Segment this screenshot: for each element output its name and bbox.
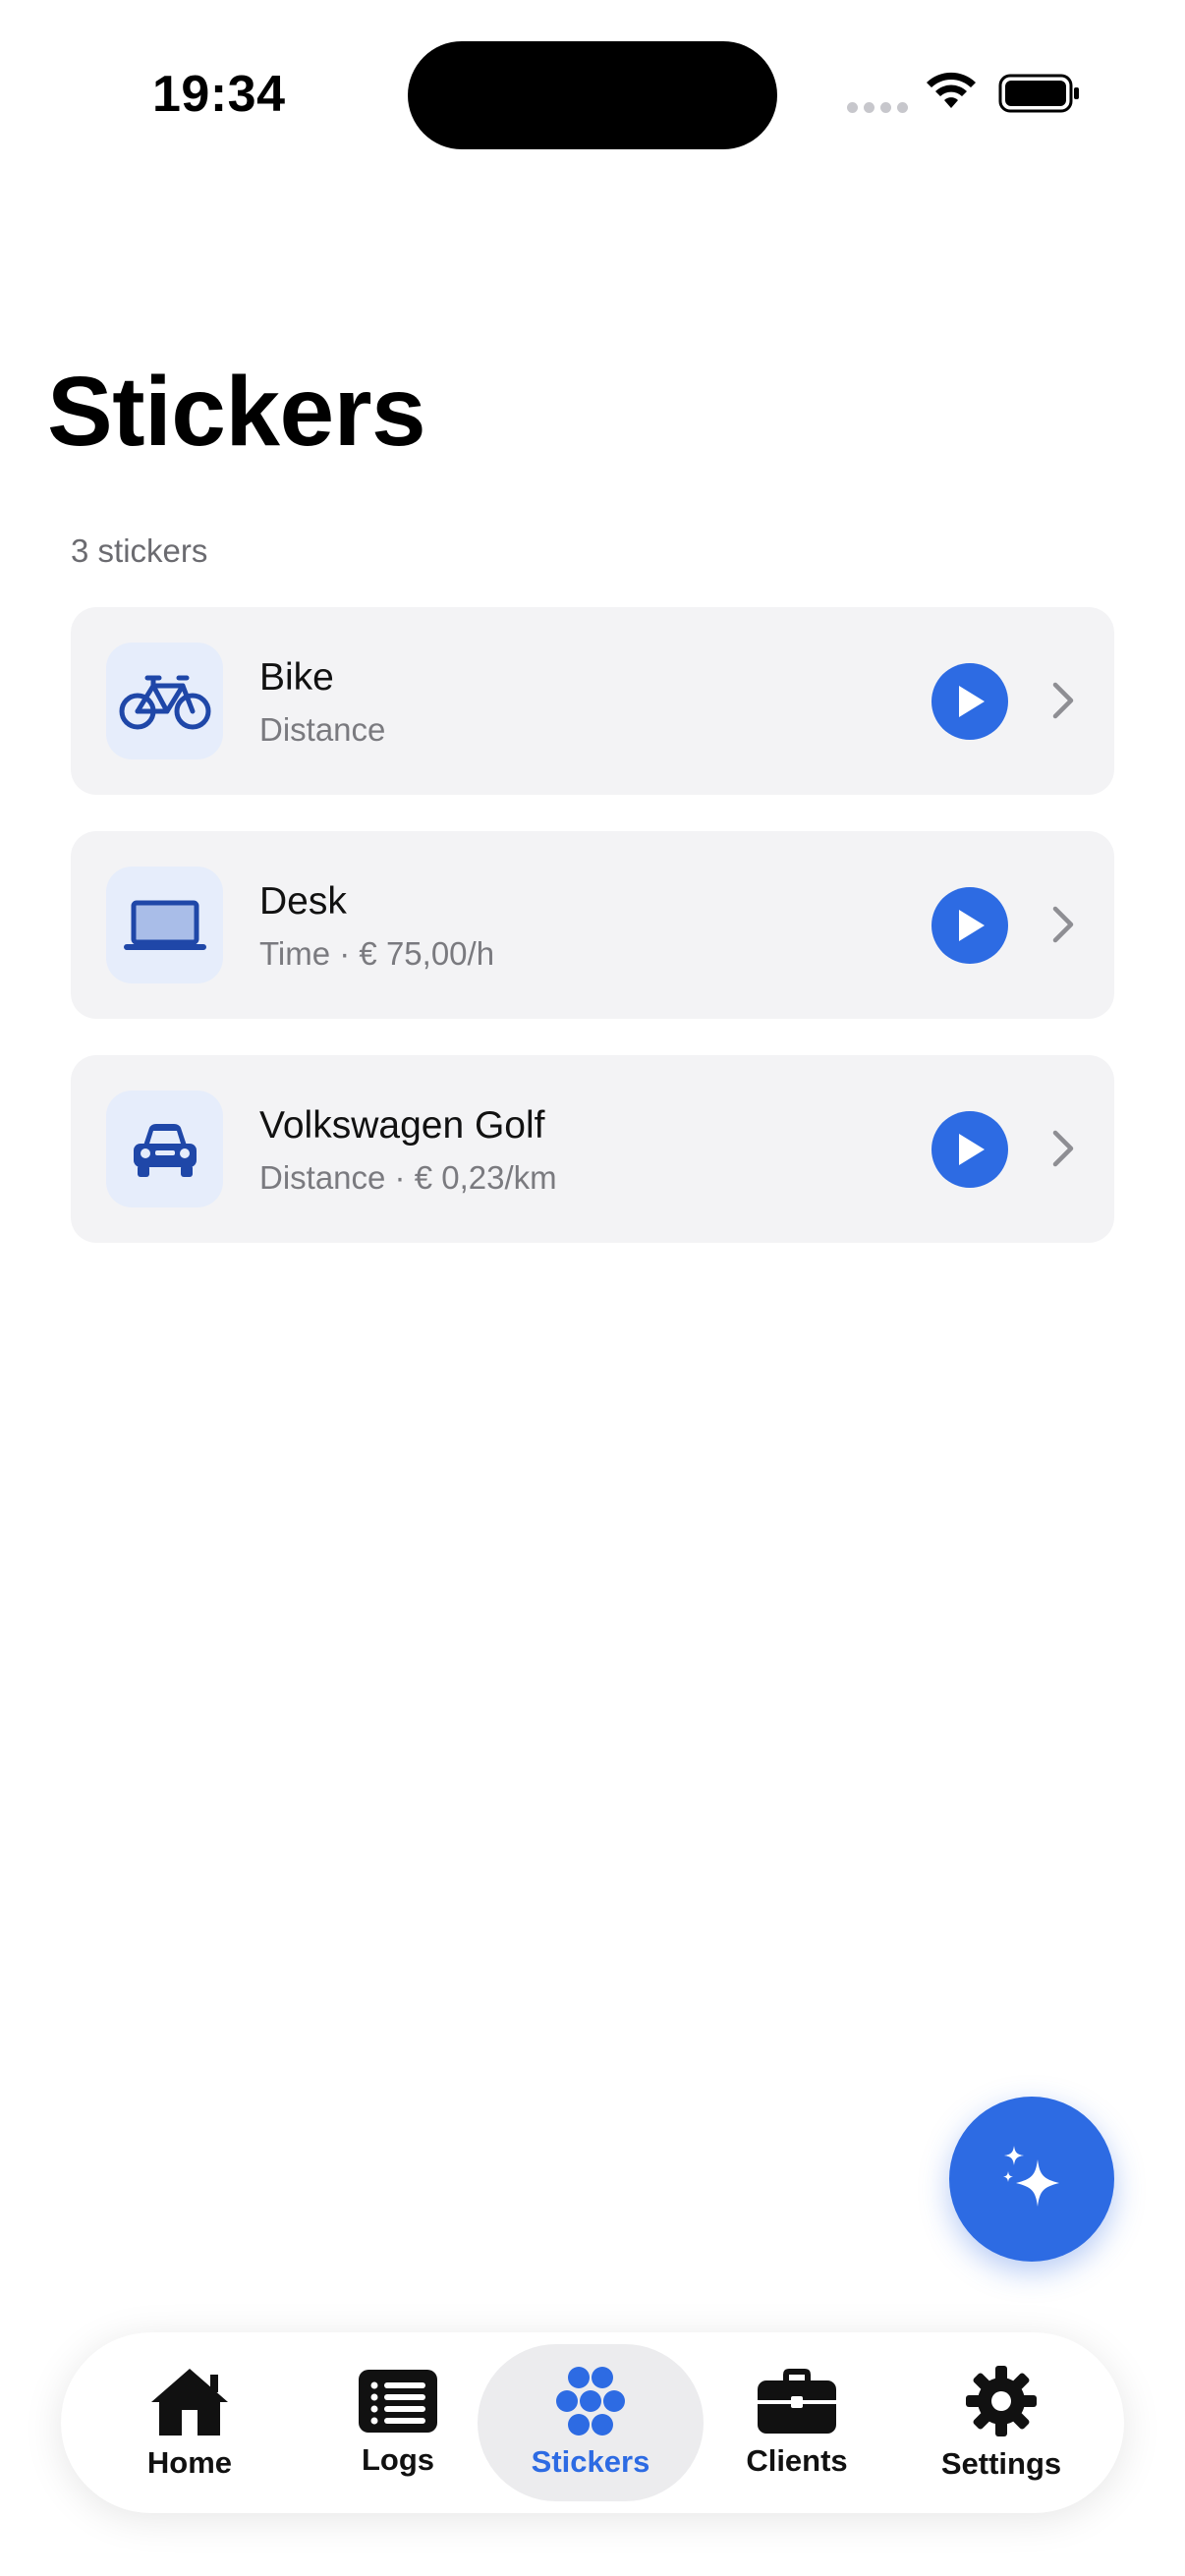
bike-icon <box>119 675 210 729</box>
sticker-icon-tile <box>106 1091 223 1207</box>
sticker-card-volkswagen-golf[interactable]: Volkswagen Golf Distance · € 0,23/km <box>71 1055 1114 1243</box>
play-icon <box>959 1134 985 1165</box>
play-button[interactable] <box>931 1111 1008 1188</box>
house-icon <box>151 2369 228 2436</box>
sticker-card-bike[interactable]: Bike Distance <box>71 607 1114 795</box>
list-icon <box>359 2370 437 2433</box>
laptop-icon <box>123 900 206 950</box>
play-button[interactable] <box>931 663 1008 740</box>
tab-label: Clients <box>746 2443 848 2478</box>
page-title: Stickers <box>47 357 426 467</box>
tab-label: Settings <box>940 2446 1062 2481</box>
dynamic-island <box>408 41 777 149</box>
wifi-icon <box>927 72 976 108</box>
chevron-right-icon[interactable] <box>1051 681 1075 720</box>
battery-icon <box>998 74 1079 113</box>
play-button[interactable] <box>931 887 1008 964</box>
sticker-icon-tile <box>106 867 223 983</box>
tab-label: Logs <box>361 2442 435 2477</box>
tab-clients[interactable]: Clients <box>684 2344 910 2501</box>
status-time: 19:34 <box>152 66 286 123</box>
stickers-screen: 19:34 Stickers 3 stickers Bike Distance … <box>0 0 1185 2576</box>
dots-cluster-icon <box>556 2367 625 2436</box>
tab-settings[interactable]: Settings <box>888 2344 1114 2501</box>
chevron-right-icon[interactable] <box>1051 905 1075 944</box>
sticker-subtitle: Distance · € 0,23/km <box>259 1159 557 1196</box>
sparkles-icon <box>1003 2146 1059 2207</box>
car-icon <box>133 1123 197 1177</box>
sticker-title: Volkswagen Golf <box>259 1104 545 1147</box>
sticker-icon-tile <box>106 643 223 759</box>
tab-home[interactable]: Home <box>77 2344 303 2501</box>
tab-label: Stickers <box>531 2444 650 2479</box>
sticker-list: Bike Distance Desk Time · € 75,00/h Volk… <box>71 607 1114 1279</box>
tab-stickers[interactable]: Stickers <box>478 2344 704 2501</box>
sticker-card-desk[interactable]: Desk Time · € 75,00/h <box>71 831 1114 1019</box>
sticker-count: 3 stickers <box>71 532 208 569</box>
play-icon <box>959 686 985 717</box>
gear-icon <box>966 2366 1037 2436</box>
sticker-title: Desk <box>259 880 347 923</box>
tab-label: Home <box>146 2445 233 2480</box>
tab-bar: Home Logs Stickers Clients Settings <box>61 2332 1124 2513</box>
play-icon <box>959 910 985 941</box>
sticker-subtitle: Distance <box>259 711 386 748</box>
chevron-right-icon[interactable] <box>1051 1129 1075 1168</box>
briefcase-icon <box>758 2369 836 2434</box>
sticker-subtitle: Time · € 75,00/h <box>259 935 495 972</box>
ai-action-button[interactable] <box>949 2097 1114 2262</box>
cellular-signal-icon <box>847 102 908 113</box>
sticker-title: Bike <box>259 656 334 699</box>
